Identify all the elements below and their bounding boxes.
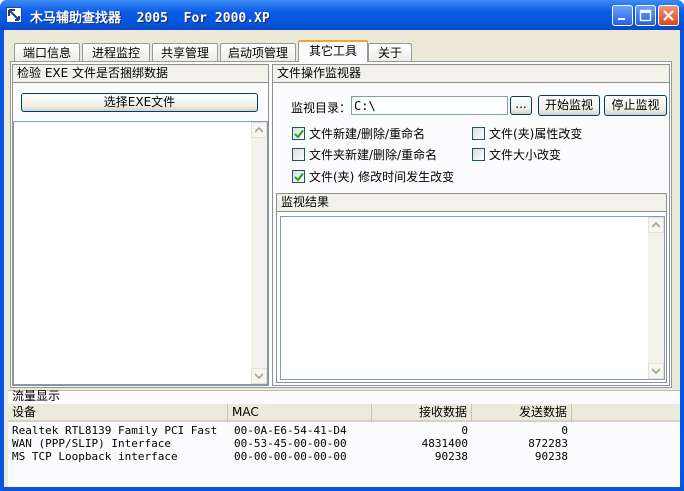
table-row[interactable]: MS TCP Loopback interface 00-00-00-00-00… xyxy=(8,450,680,463)
close-icon xyxy=(663,10,674,21)
cell-received: 90238 xyxy=(434,450,468,463)
chevron-up-icon xyxy=(255,127,263,133)
checkmark-icon xyxy=(294,129,304,139)
checkbox-unchecked[interactable] xyxy=(292,148,305,161)
app-icon[interactable] xyxy=(6,7,22,23)
option-label: 文件大小改变 xyxy=(489,148,562,162)
checkmark-icon xyxy=(294,172,304,182)
column-device[interactable]: 设备 xyxy=(8,404,228,422)
maximize-button[interactable] xyxy=(635,5,656,26)
cell-mac: 00-53-45-00-00-00 xyxy=(234,437,347,450)
window-title: 木马辅助查找器 2005 For 2000.XP xyxy=(30,11,270,26)
checkbox-checked[interactable] xyxy=(292,127,305,140)
tab-startup-manager[interactable]: 启动项管理 xyxy=(220,43,296,62)
client-area: 端口信息 进程监控 共享管理 启动项管理 其它工具 关于 检验 EXE 文件是否… xyxy=(4,30,680,487)
cell-device: MS TCP Loopback interface xyxy=(12,450,178,463)
minimize-button[interactable] xyxy=(612,5,633,26)
app-window: 木马辅助查找器 2005 For 2000.XP 端口信息 进程监控 共享管理 … xyxy=(0,0,684,491)
monitor-results-scrollbar[interactable] xyxy=(648,217,664,379)
title-bar[interactable]: 木马辅助查找器 2005 For 2000.XP xyxy=(0,0,684,30)
browse-dir-button[interactable]: ... xyxy=(510,96,532,115)
monitor-results-title: 监视结果 xyxy=(277,194,666,212)
cell-received: 0 xyxy=(461,424,468,437)
file-monitor-title: 文件操作监视器 xyxy=(273,65,669,83)
scroll-up-button[interactable] xyxy=(251,122,267,138)
monitor-dir-label: 监视目录： xyxy=(291,101,352,115)
tab-share-manager[interactable]: 共享管理 xyxy=(152,43,218,62)
column-received[interactable]: 接收数据 xyxy=(372,404,472,422)
scroll-up-button[interactable] xyxy=(648,217,664,233)
maximize-icon xyxy=(639,9,652,22)
exe-check-title: 检验 EXE 文件是否捆绑数据 xyxy=(13,65,268,83)
column-mac[interactable]: MAC xyxy=(228,404,372,422)
tab-about[interactable]: 关于 xyxy=(368,43,412,62)
cell-device: Realtek RTL8139 Family PCI Fast ... xyxy=(12,424,226,437)
table-row[interactable]: WAN (PPP/SLIP) Interface 00-53-45-00-00-… xyxy=(8,437,680,450)
start-monitor-button[interactable]: 开始监视 xyxy=(538,95,600,116)
option-label: 文件夹新建/删除/重命名 xyxy=(309,148,438,162)
exe-result-list[interactable] xyxy=(13,121,268,385)
cell-device: WAN (PPP/SLIP) Interface xyxy=(12,437,171,450)
scroll-down-button[interactable] xyxy=(648,363,664,379)
tab-process-monitor[interactable]: 进程监控 xyxy=(82,43,150,62)
file-monitor-group: 文件操作监视器 监视目录： C:\ ... 开始监视 停止监视 文件新建/删除/… xyxy=(272,64,670,386)
option-label: 文件(夹) 修改时间发生改变 xyxy=(309,170,455,184)
option-label: 文件(夹)属性改变 xyxy=(489,127,583,141)
traffic-title: 流量显示 xyxy=(12,389,61,403)
cell-sent: 90238 xyxy=(534,450,568,463)
column-sent[interactable]: 发送数据 xyxy=(472,404,572,422)
cell-received: 4831400 xyxy=(421,437,468,450)
tab-other-tools[interactable]: 其它工具 xyxy=(298,40,368,62)
chevron-down-icon xyxy=(255,373,263,379)
traffic-panel: 流量显示 设备 MAC 接收数据 发送数据 Realtek RTL8139 Fa… xyxy=(8,389,680,487)
tab-port-info[interactable]: 端口信息 xyxy=(14,43,80,62)
checkbox-checked[interactable] xyxy=(292,170,305,183)
chevron-down-icon xyxy=(652,368,660,374)
cell-sent: 0 xyxy=(561,424,568,437)
cell-sent: 872283 xyxy=(528,437,568,450)
option-label: 文件新建/删除/重命名 xyxy=(309,127,426,141)
monitor-results-list[interactable] xyxy=(280,216,665,380)
minimize-icon xyxy=(618,18,625,20)
exe-result-scrollbar[interactable] xyxy=(251,122,267,384)
scroll-down-button[interactable] xyxy=(251,368,267,384)
chevron-up-icon xyxy=(652,222,660,228)
traffic-list-header: 设备 MAC 接收数据 发送数据 xyxy=(8,404,680,422)
cell-mac: 00-0A-E6-54-41-D4 xyxy=(234,424,347,437)
stop-monitor-button[interactable]: 停止监视 xyxy=(604,95,667,116)
checkbox-unchecked[interactable] xyxy=(472,127,485,140)
table-row[interactable]: Realtek RTL8139 Family PCI Fast ... 00-0… xyxy=(8,424,680,437)
monitor-dir-input[interactable]: C:\ xyxy=(351,96,508,115)
tab-panel-other-tools: 检验 EXE 文件是否捆绑数据 选择EXE文件 文件操作监视器 监视目录： C:… xyxy=(10,61,672,388)
exe-check-group: 检验 EXE 文件是否捆绑数据 选择EXE文件 xyxy=(12,64,269,386)
close-button[interactable] xyxy=(658,5,679,26)
checkbox-unchecked[interactable] xyxy=(472,148,485,161)
select-exe-button[interactable]: 选择EXE文件 xyxy=(21,93,258,112)
cell-mac: 00-00-00-00-00-00 xyxy=(234,450,347,463)
monitor-results-group: 监视结果 xyxy=(276,193,667,383)
